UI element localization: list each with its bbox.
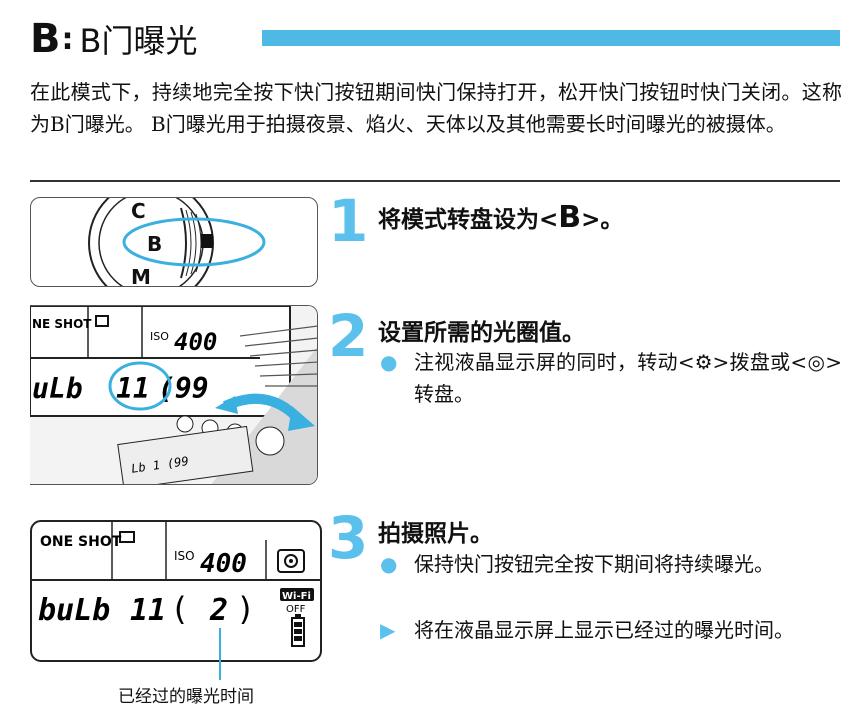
lcd-aperture: 11 [130, 593, 166, 628]
step-3-title: 拍摄照片。 [378, 521, 493, 547]
step-2-bullet-text: 注视液晶显示屏的同时，转动<⚙>拨盘或<◎>转盘。 [414, 350, 842, 406]
section-divider [30, 180, 840, 182]
step-2-title: 设置所需的光圈值。 [378, 320, 585, 346]
lcd-iso-label: ISO [174, 549, 195, 563]
intro-paragraph: 在此模式下，持续地完全按下快门按钮期间快门保持打开，松开快门按钮时快门关闭。这称… [30, 80, 842, 136]
page-title: B : B门曝光 [30, 14, 197, 64]
wifi-label: Wi-Fi [282, 591, 311, 602]
title-colon: : [61, 21, 74, 57]
bullet-dot-icon: ● [380, 350, 398, 374]
lcd-panel-diagram: ONE SHOT ISO 400 buLb 11 ( 2 ) Wi-Fi OFF [30, 520, 322, 664]
step-2-bullet: ● 注视液晶显示屏的同时，转动<⚙>拨盘或<◎>转盘。 [380, 346, 842, 410]
lcd-af-mode: ONE SHOT [40, 534, 122, 550]
callout-line [219, 664, 221, 680]
photo-bulb-text: uLb [32, 372, 83, 405]
svg-text:(: ( [170, 590, 189, 628]
lcd-bulb-text: buLb [38, 593, 110, 628]
photo-af-mode: NE SHOT [32, 317, 92, 331]
step-3-number: 3 [328, 504, 369, 572]
bullet-dot-icon: ● [380, 552, 398, 576]
lcd-panel-drawing: ONE SHOT ISO 400 buLb 11 ( 2 ) Wi-Fi OFF [30, 520, 322, 664]
mode-dial-drawing: C B M [88, 198, 266, 287]
dial-label-b: B [147, 232, 162, 256]
title-text: B门曝光 [79, 22, 198, 60]
title-accent-bar [262, 30, 840, 46]
camera-top-photo: NE SHOT ISO 400 uLb 11 (99 Lb 1 (99 [30, 305, 318, 485]
mode-b-symbol: B [558, 200, 582, 235]
step-3-bullet-2-text: 将在液晶显示屏上显示已经过的曝光时间。 [414, 618, 794, 642]
wifi-state: OFF [286, 604, 306, 615]
mode-dial-illustration: C B M [30, 197, 318, 287]
svg-text:): ) [236, 590, 255, 628]
dial-label-c: C [131, 199, 146, 223]
step-3-bullet-1: ● 保持快门按钮完全按下期间将持续曝光。 [380, 548, 842, 580]
lcd-elapsed-time: 2 [209, 593, 228, 628]
step-1-number: 1 [328, 187, 369, 255]
camera-top-drawing: NE SHOT ISO 400 uLb 11 (99 Lb 1 (99 [30, 306, 317, 484]
lcd-iso-value: 400 [200, 549, 247, 579]
step-3-bullet-1-text: 保持快门按钮完全按下期间将持续曝光。 [414, 552, 774, 576]
photo-iso-label: ISO [150, 330, 169, 343]
photo-aperture: 11 [116, 372, 150, 405]
step-3-bullet-2: ▶ 将在液晶显示屏上显示已经过的曝光时间。 [380, 614, 842, 646]
triangle-arrow-icon: ▶ [380, 618, 396, 642]
step-2-number: 2 [328, 302, 369, 370]
step-1-title: 将模式转盘设为<B>。 [378, 200, 624, 235]
dial-label-m: M [131, 265, 151, 287]
mode-letter: B [30, 16, 60, 62]
photo-iso-value: 400 [174, 328, 217, 356]
elapsed-time-caption: 已经过的曝光时间 [118, 687, 254, 707]
